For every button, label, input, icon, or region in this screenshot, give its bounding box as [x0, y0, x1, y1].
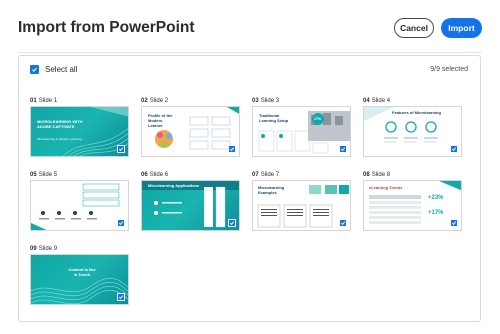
slide-card[interactable]: 08 Slide 8 eLearning Trends +23% +17%: [363, 170, 462, 231]
slide-thumbnail[interactable]: Content is like is Touch: [30, 254, 129, 305]
slide-thumb-title: Profile of the Modern Learner: [148, 113, 173, 128]
slide-checkbox[interactable]: [228, 145, 236, 153]
slide-thumb-title: Traditional Learning Setup: [259, 113, 289, 123]
header-divider: [18, 52, 482, 53]
slide-card[interactable]: 04 Slide 4 Features of Microlearning: [363, 96, 462, 157]
slide-label: 06 Slide 6: [141, 172, 169, 178]
select-all-checkbox[interactable]: [30, 65, 39, 74]
slide-thumb-title: Features of Microlearning: [392, 110, 441, 115]
import-button[interactable]: Import: [441, 18, 482, 38]
slide-card[interactable]: 05 Slide 5: [30, 170, 129, 231]
slide-checkbox[interactable]: [117, 219, 125, 227]
select-all-row[interactable]: Select all: [30, 65, 77, 74]
slide-label: 02 Slide 2: [141, 98, 169, 104]
slide-thumbnail[interactable]: Profile of the Modern Learner: [141, 106, 240, 157]
checkmark-icon: [118, 147, 124, 152]
slide-thumb-stat: +17%: [428, 210, 444, 216]
slide-label: 03 Slide 3: [252, 98, 280, 104]
slides-panel: Select all 9/9 selected 01 Slide 1 MICROL…: [18, 55, 481, 322]
slide-thumbnail[interactable]: Microlearning Applications: [141, 180, 240, 231]
slide-thumbnail[interactable]: Traditional Learning Setup 17%: [252, 106, 351, 157]
slide-checkbox[interactable]: [450, 145, 458, 153]
slide-thumb-subtitle: Microlearning in Modern Learning: [37, 137, 82, 141]
slide-thumb-title: Content is like is Touch: [68, 267, 96, 277]
slide-label: 08 Slide 8: [363, 172, 391, 178]
slide-card[interactable]: 07 Slide 7 Microlearning Examples: [252, 170, 351, 231]
slide-thumb-title: Microlearning Applications: [148, 183, 200, 188]
checkmark-icon: [118, 221, 124, 226]
slide-label: 07 Slide 7: [252, 172, 280, 178]
wave-graphic: [31, 277, 128, 304]
slide-card[interactable]: 02 Slide 2 Profile of the Modern Learner: [141, 96, 240, 157]
slide-checkbox[interactable]: [117, 145, 125, 153]
slide-card[interactable]: 06 Slide 6 Microlearning Applications: [141, 170, 240, 231]
slide-card[interactable]: 01 Slide 1 MICROLEARNING WITH ADOBE CAPTI…: [30, 96, 129, 157]
import-dialog: Import from PowerPoint Cancel Import Sel…: [0, 0, 500, 334]
selected-count: 9/9 selected: [430, 66, 468, 73]
checkmark-icon: [229, 147, 235, 152]
slide-card[interactable]: 09 Slide 9 Content is like is Touch: [30, 244, 129, 305]
select-all-label: Select all: [45, 65, 78, 74]
slide-checkbox[interactable]: [450, 219, 458, 227]
slide-thumbnail[interactable]: Microlearning Examples: [252, 180, 351, 231]
checkmark-icon: [118, 295, 124, 300]
slide-checkbox[interactable]: [339, 145, 347, 153]
checkmark-icon: [229, 221, 235, 226]
slide-graphic: [31, 183, 120, 230]
slide-label: 04 Slide 4: [363, 98, 391, 104]
slide-checkbox[interactable]: [117, 293, 125, 301]
dialog-header: Import from PowerPoint Cancel Import: [18, 14, 482, 42]
checkmark-icon: [340, 221, 346, 226]
dialog-actions: Cancel Import: [394, 18, 482, 38]
slide-thumb-stat: +23%: [428, 195, 444, 201]
slide-graphic: [142, 181, 239, 228]
checkmark-icon: [451, 221, 457, 226]
slide-thumbnail[interactable]: MICROLEARNING WITH ADOBE CAPTIVATE Micro…: [30, 106, 129, 157]
slide-thumbnail[interactable]: [30, 180, 129, 231]
slide-thumb-title: eLearning Trends: [369, 185, 403, 190]
slide-label: 09 Slide 9: [30, 246, 58, 252]
checkmark-icon: [32, 67, 38, 72]
slide-card[interactable]: 03 Slide 3 Traditional Learning Setup 17…: [252, 96, 351, 157]
slide-thumbnail[interactable]: Features of Microlearning: [363, 106, 462, 157]
slide-checkbox[interactable]: [228, 219, 236, 227]
checkmark-icon: [340, 147, 346, 152]
slide-thumb-badge: 17%: [314, 117, 322, 121]
checkmark-icon: [451, 147, 457, 152]
slide-checkbox[interactable]: [339, 219, 347, 227]
slide-thumb-title: MICROLEARNING WITH ADOBE CAPTIVATE: [37, 119, 83, 129]
slide-thumbnail[interactable]: eLearning Trends +23% +17%: [363, 180, 462, 231]
slide-label: 05 Slide 5: [30, 172, 58, 178]
wave-graphic: [62, 107, 128, 156]
slide-thumb-title: Microlearning Examples: [258, 185, 285, 195]
slide-label: 01 Slide 1: [30, 98, 58, 104]
cancel-button[interactable]: Cancel: [394, 18, 434, 38]
dialog-title: Import from PowerPoint: [18, 19, 195, 36]
